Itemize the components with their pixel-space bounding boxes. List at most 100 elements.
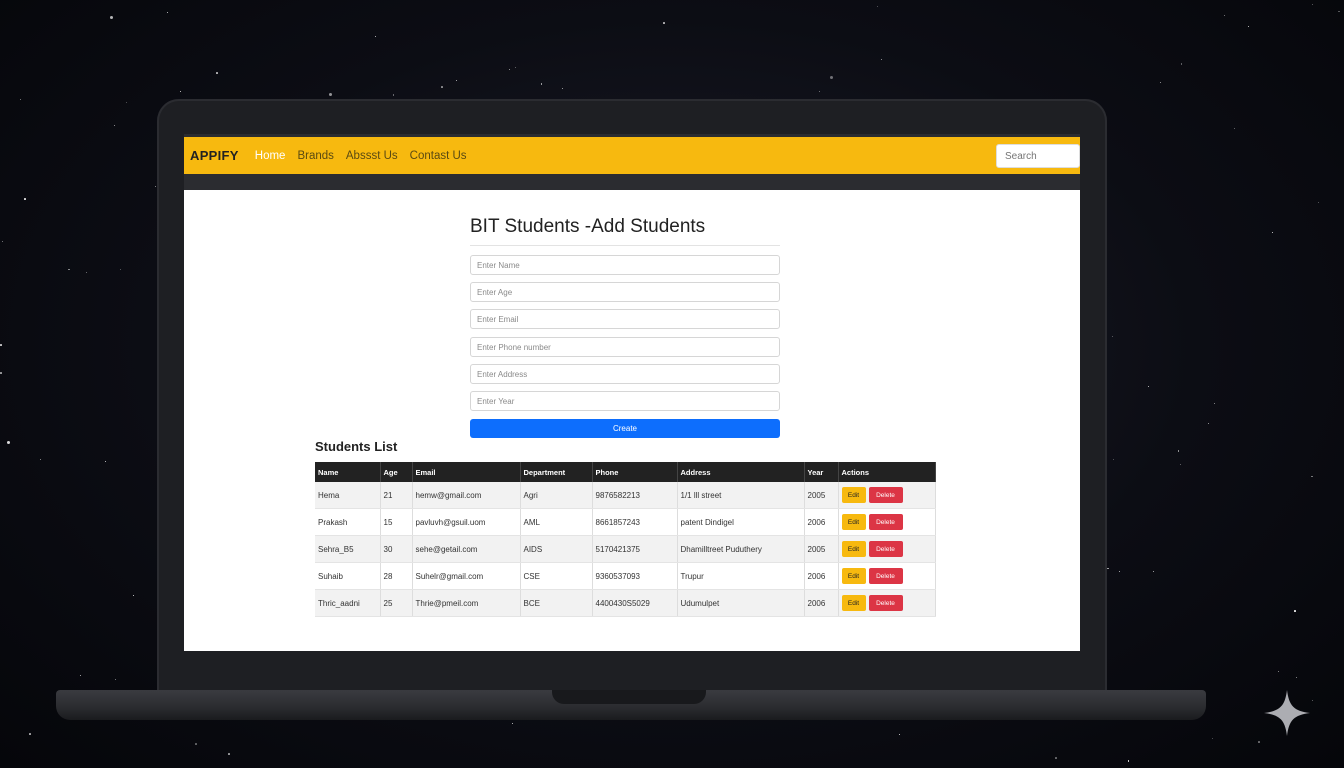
star (1055, 757, 1057, 759)
nav-link-home[interactable]: Home (255, 150, 286, 162)
edit-button[interactable]: Edit (841, 568, 866, 584)
star (392, 94, 395, 97)
column-header-email: Email (412, 462, 521, 482)
star (1258, 740, 1260, 743)
star (1224, 14, 1226, 16)
nav-link-contact[interactable]: Contast Us (410, 150, 467, 162)
name-field[interactable] (470, 255, 780, 275)
phone-field[interactable] (470, 337, 780, 357)
cell-age: 15 (380, 508, 413, 536)
star (374, 35, 376, 37)
star (154, 186, 156, 188)
age-field[interactable] (470, 282, 780, 302)
cell-age: 28 (380, 562, 413, 590)
edit-button[interactable]: Edit (841, 595, 866, 611)
star (1272, 231, 1273, 233)
star (1160, 81, 1162, 83)
star (509, 69, 511, 71)
cell-name: Hema (315, 482, 381, 509)
star (80, 675, 82, 677)
star (880, 58, 882, 60)
cell-address: Udumulpet (677, 589, 805, 617)
cell-email: Thrie@pmeil.com (412, 589, 521, 617)
star (1113, 458, 1115, 460)
address-field[interactable] (470, 364, 780, 384)
star (1106, 567, 1109, 570)
star (0, 372, 2, 374)
edit-button[interactable]: Edit (841, 487, 866, 503)
star (662, 22, 665, 25)
star (1180, 464, 1182, 466)
column-header-address: Address (677, 462, 805, 482)
star (898, 734, 900, 736)
students-table: Name Age Email Department Phone Address … (315, 462, 936, 617)
star (216, 72, 218, 74)
cell-age: 30 (380, 535, 413, 563)
cell-department: Agri (520, 482, 593, 509)
column-header-phone: Phone (592, 462, 678, 482)
column-header-department: Department (520, 462, 593, 482)
star (19, 99, 21, 101)
star (1312, 699, 1314, 701)
email-field[interactable] (470, 309, 780, 329)
delete-button[interactable]: Delete (868, 487, 903, 503)
title-divider (470, 245, 780, 246)
star (119, 269, 121, 271)
star (195, 742, 197, 745)
cell-email: hemw@gmail.com (412, 482, 521, 509)
table-header-row: Name Age Email Department Phone Address … (315, 462, 936, 482)
students-list-title: Students List (315, 439, 398, 454)
cell-actions: Edit Delete (838, 562, 936, 590)
cell-phone: 5170421375 (592, 535, 678, 563)
cell-year: 2005 (804, 482, 839, 509)
cell-year: 2006 (804, 589, 839, 617)
column-header-age: Age (380, 462, 413, 482)
laptop-screen: APPIFY Home Brands Abssst Us Contast Us … (184, 134, 1080, 651)
star (512, 722, 514, 724)
star (166, 11, 169, 14)
table-row: Sehra_B5 30 sehe@getail.com AIDS 5170421… (315, 535, 936, 563)
star (1278, 671, 1280, 673)
delete-button[interactable]: Delete (868, 595, 903, 611)
year-field[interactable] (470, 391, 780, 411)
delete-button[interactable]: Delete (868, 514, 903, 530)
table-row: Thric_aadni 25 Thrie@pmeil.com BCE 44004… (315, 589, 936, 617)
cell-email: sehe@getail.com (412, 535, 521, 563)
star (440, 86, 443, 88)
cell-year: 2006 (804, 562, 839, 590)
cell-department: AIDS (520, 535, 593, 563)
form-title: BIT Students -Add Students (470, 216, 706, 237)
star (514, 66, 516, 68)
star (1294, 610, 1296, 612)
column-header-name: Name (315, 462, 381, 482)
edit-button[interactable]: Edit (841, 541, 866, 557)
table-row: Prakash 15 pavluvh@gsuil.uom AML 8661857… (315, 508, 936, 536)
star (1152, 571, 1154, 572)
delete-button[interactable]: Delete (868, 541, 903, 557)
delete-button[interactable]: Delete (868, 568, 903, 584)
star (68, 268, 70, 271)
star (455, 80, 457, 82)
star (1111, 336, 1113, 338)
create-button[interactable]: Create (470, 419, 780, 438)
cell-name: Suhaib (315, 562, 381, 590)
star (179, 91, 181, 93)
cell-actions: Edit Delete (838, 482, 936, 509)
navbar: APPIFY Home Brands Abssst Us Contast Us (184, 137, 1080, 174)
star (39, 458, 42, 461)
cell-email: Suhelr@gmail.com (412, 562, 521, 590)
cell-age: 21 (380, 482, 413, 509)
star (1212, 737, 1214, 739)
star (818, 91, 820, 93)
star (1180, 63, 1183, 65)
nav-link-about[interactable]: Abssst Us (346, 150, 398, 162)
cell-address: 1/1 lll street (677, 482, 805, 509)
edit-button[interactable]: Edit (841, 514, 866, 530)
nav-link-brands[interactable]: Brands (297, 150, 333, 162)
star (0, 344, 2, 346)
star (132, 595, 134, 597)
search-input[interactable] (996, 144, 1080, 168)
brand-logo[interactable]: APPIFY (190, 148, 239, 163)
star (561, 87, 564, 90)
cell-department: CSE (520, 562, 593, 590)
